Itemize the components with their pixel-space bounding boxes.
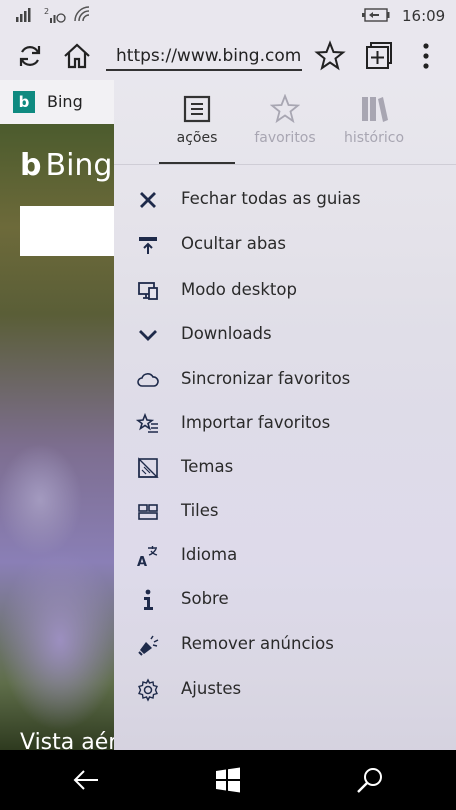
bing-b-icon: b	[13, 91, 35, 113]
tab-label: Bing	[47, 92, 83, 111]
browser-toolbar: https://www.bing.com	[0, 32, 456, 80]
menu-item-language[interactable]: A Idioma	[114, 534, 456, 578]
books-icon	[362, 97, 388, 122]
language-icon: A	[137, 546, 158, 568]
actions-panel: ações favoritos histórico Fechar todas a…	[114, 80, 456, 750]
signal-icon	[16, 8, 31, 22]
windows-start-icon[interactable]	[213, 765, 243, 795]
cloud-icon	[137, 373, 159, 387]
tab-actions[interactable]: ações	[152, 94, 242, 146]
chevron-down-icon	[139, 330, 157, 341]
back-arrow-icon[interactable]	[71, 765, 101, 795]
menu-item-close-all-tabs[interactable]: Fechar todas as guias	[114, 178, 456, 222]
info-icon	[144, 589, 153, 610]
import-star-icon	[136, 412, 158, 433]
star-icon	[270, 94, 300, 124]
menu-item-downloads[interactable]: Downloads	[114, 313, 456, 357]
hide-tabs-icon	[139, 237, 157, 254]
tab-favorites[interactable]: favoritos	[240, 94, 330, 146]
actions-icon	[183, 95, 211, 123]
favorite-star-icon[interactable]	[314, 40, 346, 72]
refresh-icon[interactable]	[14, 40, 46, 72]
menu-item-about[interactable]: Sobre	[114, 578, 456, 622]
menu-item-desktop-mode[interactable]: Modo desktop	[114, 269, 456, 313]
tab-favorites-label: favoritos	[254, 130, 316, 146]
more-menu-icon[interactable]	[410, 40, 442, 72]
new-tab-icon[interactable]	[362, 40, 394, 72]
status-bar: 2 16:09	[0, 0, 456, 32]
menu-item-import-favorites[interactable]: Importar favoritos	[114, 402, 456, 446]
home-icon[interactable]	[61, 40, 93, 72]
battery-charging-icon	[362, 8, 390, 22]
close-icon	[140, 192, 156, 208]
megaphone-icon	[138, 635, 159, 656]
themes-icon	[138, 457, 159, 478]
clock: 16:09	[402, 7, 446, 25]
wifi-icon	[74, 6, 90, 22]
menu-item-remove-ads[interactable]: Remover anúncios	[114, 623, 456, 667]
search-icon[interactable]	[355, 765, 385, 795]
browser-tab[interactable]: b Bing	[0, 80, 114, 124]
menu-item-tiles[interactable]: Tiles	[114, 490, 456, 534]
gear-icon	[138, 678, 158, 702]
bing-logo: b Bing	[20, 148, 113, 183]
tab-actions-label: ações	[176, 130, 218, 146]
desktop-icon	[138, 282, 158, 300]
svg-text:A: A	[137, 555, 147, 568]
divider	[114, 164, 456, 165]
signal-2-icon: 2	[44, 7, 66, 23]
tiles-icon	[138, 504, 158, 520]
menu-item-sync-favorites[interactable]: Sincronizar favoritos	[114, 358, 456, 402]
menu-item-themes[interactable]: Temas	[114, 446, 456, 490]
address-bar[interactable]: https://www.bing.com	[106, 41, 302, 71]
svg-text:2: 2	[44, 7, 49, 16]
tab-history[interactable]: histórico	[329, 94, 419, 146]
search-input[interactable]	[20, 206, 114, 256]
menu-item-settings[interactable]: Ajustes	[114, 668, 456, 712]
menu-item-hide-tabs[interactable]: Ocultar abas	[114, 223, 456, 267]
tab-history-label: histórico	[343, 130, 405, 146]
system-nav-bar	[0, 750, 456, 810]
